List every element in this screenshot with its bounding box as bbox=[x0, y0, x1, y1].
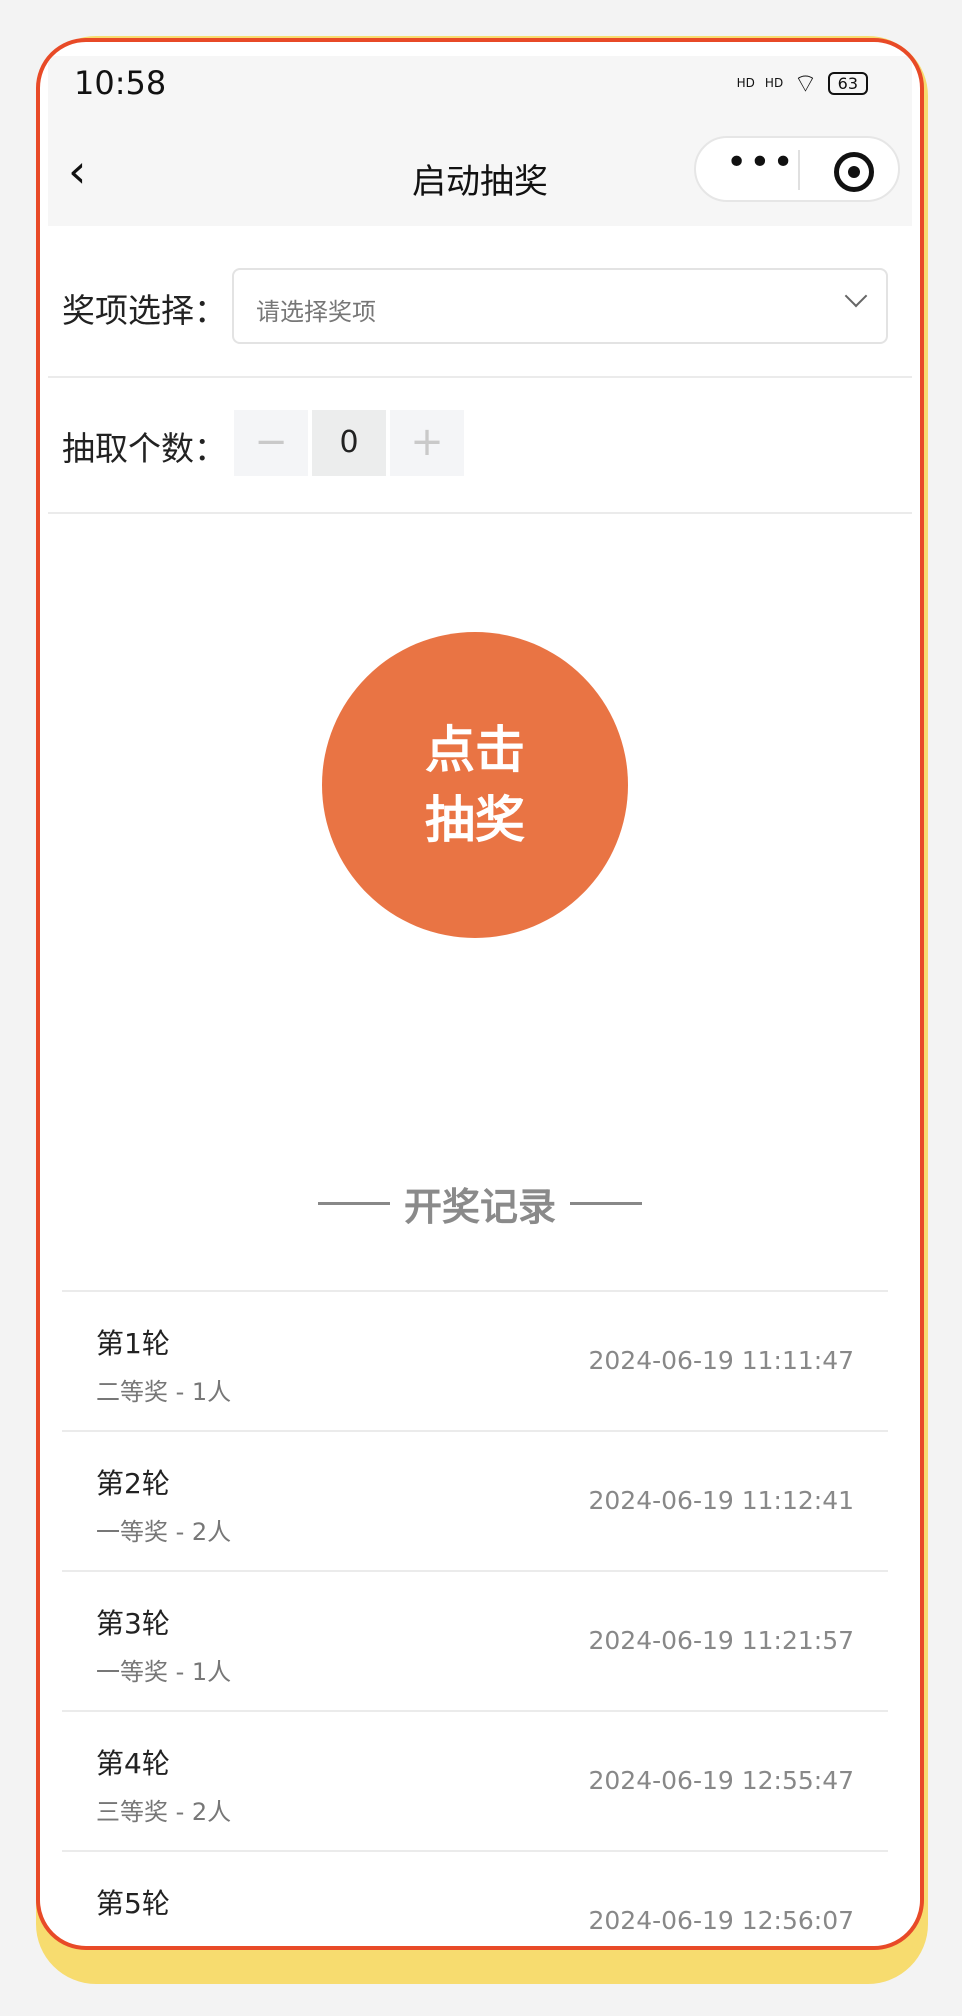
draw-count-label: 抽取个数： bbox=[62, 429, 227, 468]
records-heading: 开奖记录 bbox=[40, 1176, 920, 1231]
record-round: 第4轮 bbox=[96, 1747, 170, 1780]
chevron-down-icon bbox=[844, 284, 868, 308]
record-round: 第2轮 bbox=[96, 1467, 170, 1500]
record-time: 2024-06-19 11:11:47 bbox=[588, 1346, 854, 1375]
record-time: 2024-06-19 11:12:41 bbox=[588, 1486, 854, 1515]
list-item[interactable]: 第2轮 一等奖 - 2人 2024-06-19 11:12:41 bbox=[62, 1430, 888, 1570]
divider bbox=[48, 376, 912, 378]
record-detail: 一等奖 - 1人 bbox=[96, 1658, 232, 1686]
record-detail: 一等奖 - 2人 bbox=[96, 1518, 232, 1546]
quantity-stepper: − 0 + bbox=[234, 410, 464, 476]
records-list: 第1轮 二等奖 - 1人 2024-06-19 11:11:47 第2轮 一等奖… bbox=[62, 1290, 888, 1946]
record-round: 第3轮 bbox=[96, 1607, 170, 1640]
list-item[interactable]: 第4轮 三等奖 - 2人 2024-06-19 12:55:47 bbox=[62, 1710, 888, 1850]
heading-line-right bbox=[570, 1202, 642, 1205]
signal-icon: HD bbox=[736, 76, 755, 90]
increment-button[interactable]: + bbox=[390, 410, 464, 476]
record-time: 2024-06-19 11:21:57 bbox=[588, 1626, 854, 1655]
list-item[interactable]: 第1轮 二等奖 - 1人 2024-06-19 11:11:47 bbox=[62, 1290, 888, 1430]
record-detail: 二等奖 - 1人 bbox=[96, 1378, 232, 1406]
record-detail: 三等奖 - 2人 bbox=[96, 1798, 232, 1826]
prize-select-placeholder: 请选择奖项 bbox=[256, 298, 376, 326]
draw-button-label-line2: 抽奖 bbox=[425, 791, 525, 849]
record-time: 2024-06-19 12:56:07 bbox=[588, 1906, 854, 1935]
list-item[interactable]: 第5轮 2024-06-19 12:56:07 bbox=[62, 1850, 888, 1946]
record-time: 2024-06-19 12:55:47 bbox=[588, 1766, 854, 1795]
decrement-button[interactable]: − bbox=[234, 410, 308, 476]
heading-line-left bbox=[317, 1202, 390, 1205]
status-icons: HD HD ⌔ 63 bbox=[737, 66, 868, 100]
prize-select[interactable]: 请选择奖项 bbox=[232, 268, 888, 344]
battery-icon: 63 bbox=[827, 71, 868, 95]
prize-select-label: 奖项选择： bbox=[62, 291, 227, 330]
navigation-bar: ‹ 启动抽奖 ••• bbox=[48, 126, 912, 226]
record-round: 第5轮 bbox=[96, 1887, 170, 1920]
capsule-divider bbox=[798, 150, 800, 190]
divider bbox=[48, 512, 912, 514]
target-circle-icon[interactable] bbox=[834, 152, 874, 192]
quantity-input[interactable]: 0 bbox=[312, 410, 386, 476]
status-bar: 10:58 HD HD ⌔ 63 bbox=[48, 56, 912, 126]
mini-program-capsule: ••• bbox=[694, 136, 900, 202]
more-dots-icon[interactable]: ••• bbox=[726, 142, 796, 183]
phone-screen: 10:58 HD HD ⌔ 63 ‹ 启动抽奖 ••• 奖项选择： 请选择奖项 … bbox=[36, 38, 924, 1950]
records-title: 开奖记录 bbox=[403, 1185, 556, 1229]
record-round: 第1轮 bbox=[96, 1327, 170, 1360]
wifi-icon: ⌔ bbox=[793, 68, 818, 99]
draw-button-label-line1: 点击 bbox=[425, 721, 525, 779]
signal-icon-2: HD bbox=[764, 76, 784, 90]
draw-button[interactable]: 点击 抽奖 bbox=[322, 632, 628, 938]
status-time: 10:58 bbox=[74, 64, 167, 102]
list-item[interactable]: 第3轮 一等奖 - 1人 2024-06-19 11:21:57 bbox=[62, 1570, 888, 1710]
